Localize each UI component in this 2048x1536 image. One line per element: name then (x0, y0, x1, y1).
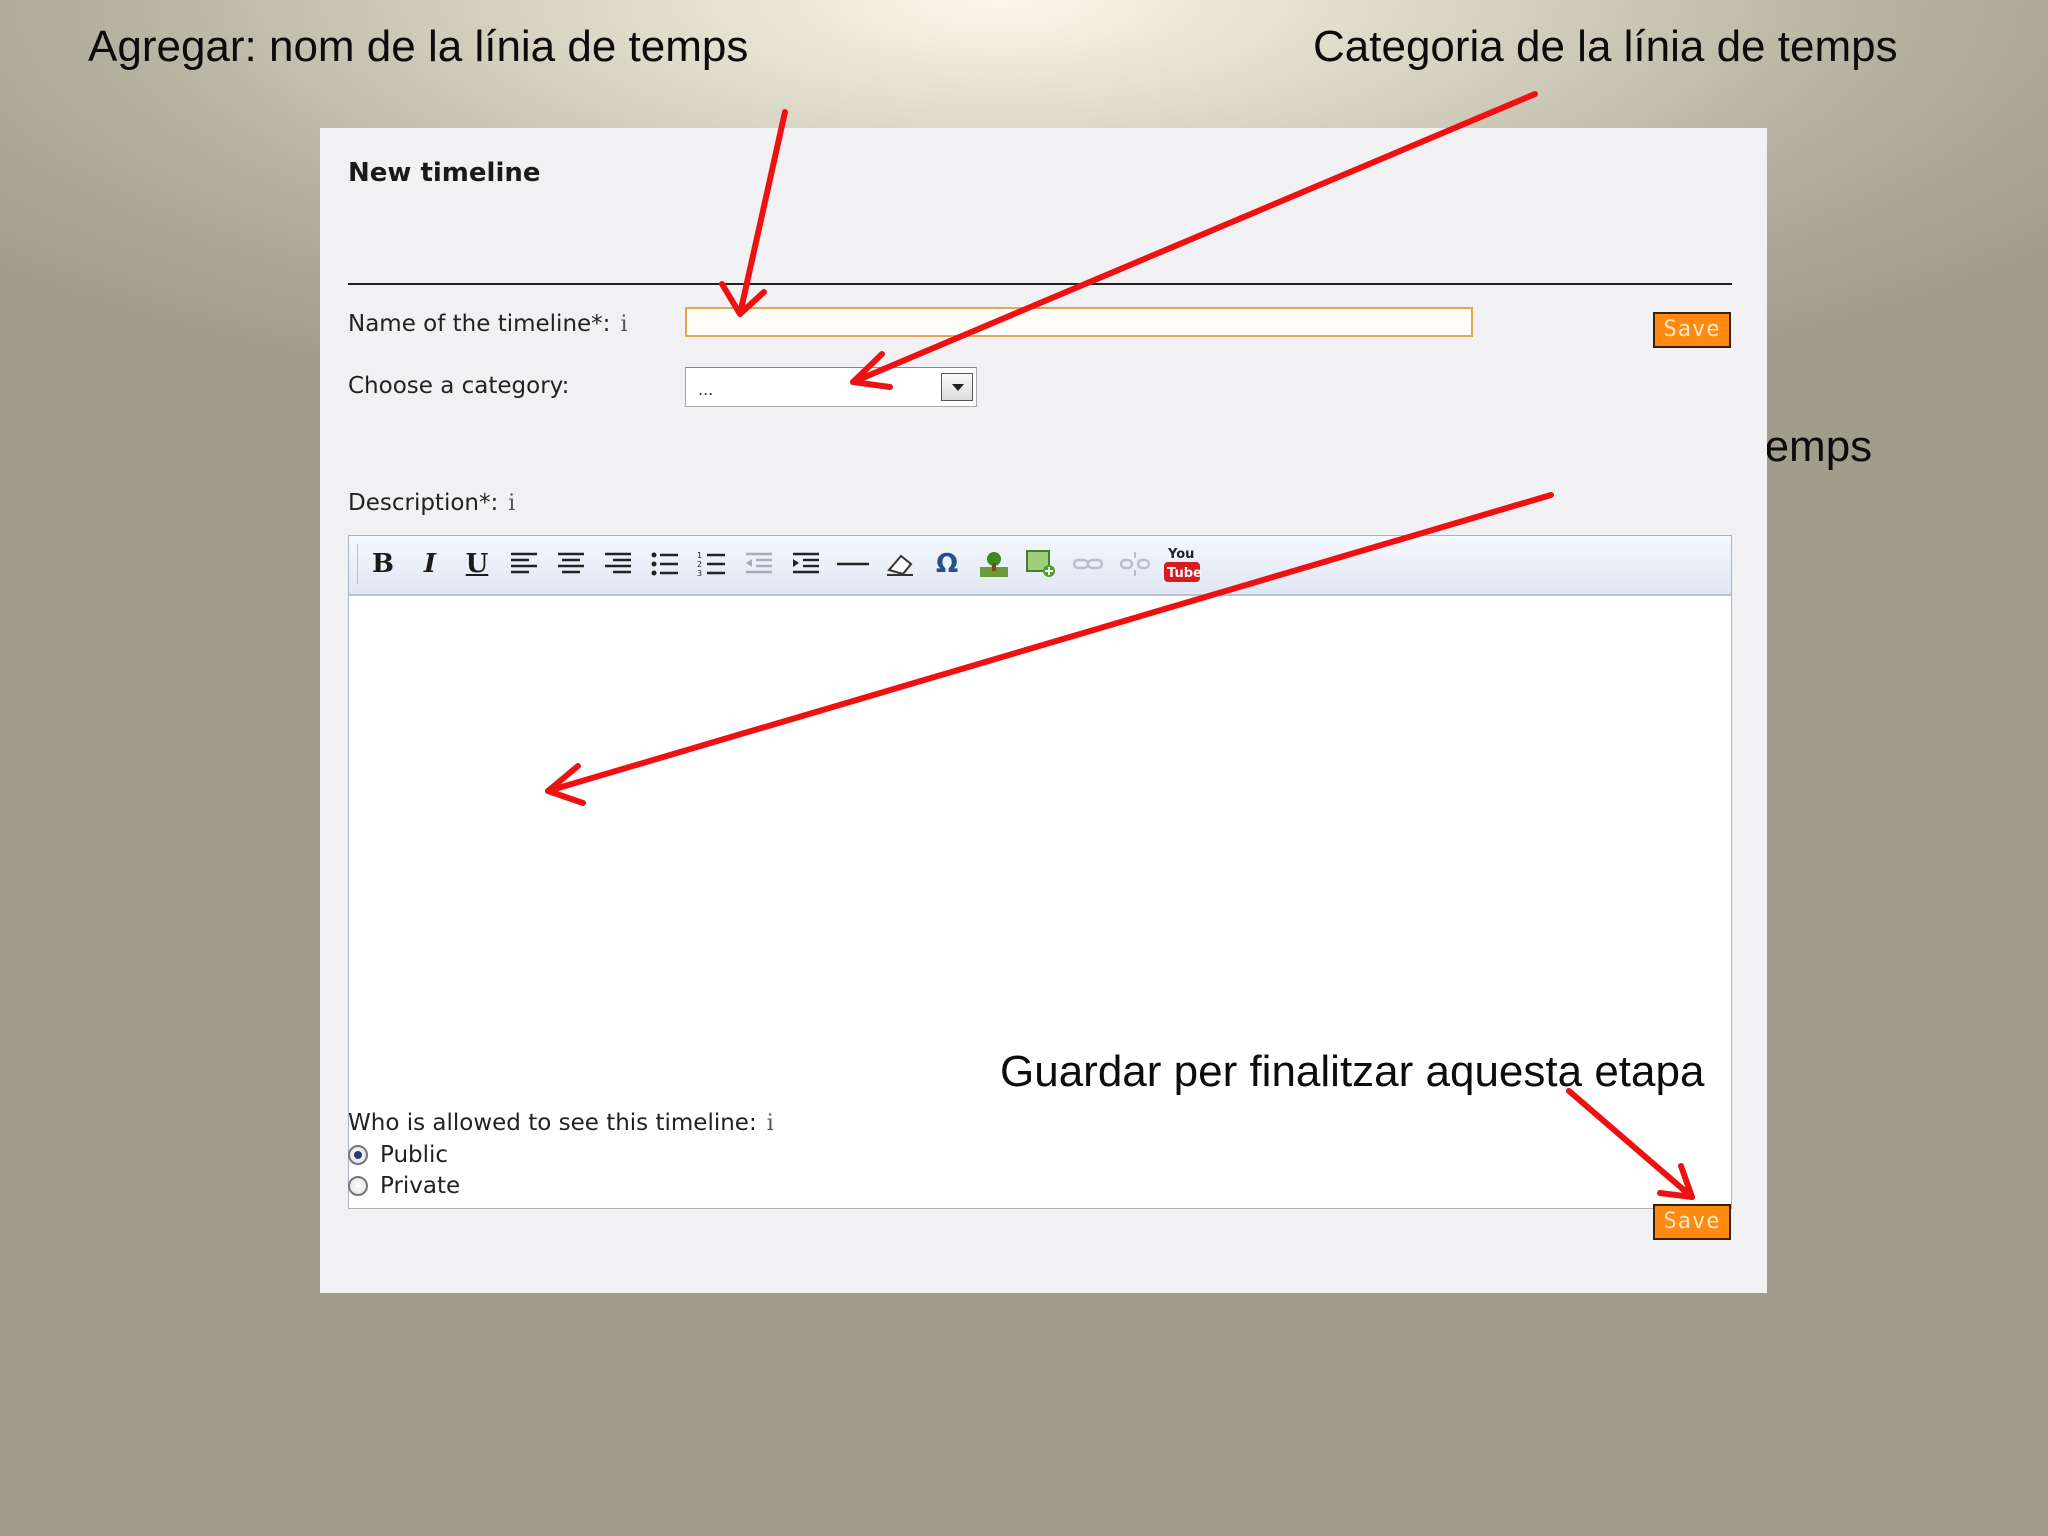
indent-button[interactable] (784, 544, 828, 584)
private-radio-label: Private (380, 1173, 461, 1199)
eraser-button[interactable] (878, 544, 922, 584)
category-selected-value: ... (698, 380, 714, 399)
numbered-list-icon: 123 (697, 551, 725, 577)
link-button[interactable] (1066, 544, 1110, 584)
svg-text:You: You (1167, 547, 1194, 562)
image-button[interactable] (972, 544, 1016, 584)
svg-text:2: 2 (697, 560, 702, 569)
underline-button[interactable]: U (455, 544, 499, 584)
bullet-list-icon (651, 552, 678, 576)
svg-text:3: 3 (697, 569, 702, 577)
toolbar-separator (357, 544, 358, 584)
bold-button[interactable]: B (361, 544, 405, 584)
visibility-label-text: Who is allowed to see this timeline: (348, 1110, 757, 1136)
insert-image-icon (1026, 550, 1055, 577)
caption-save: Guardar per finalitzar aquesta etapa (1000, 1047, 1705, 1096)
unlink-icon (1119, 552, 1151, 576)
eraser-icon (887, 554, 913, 576)
bullet-list-button[interactable] (643, 544, 687, 584)
outdent-button[interactable] (737, 544, 781, 584)
timeline-name-input[interactable] (685, 307, 1473, 337)
align-right-icon (605, 552, 631, 574)
title-divider (348, 283, 1732, 285)
visibility-label: Who is allowed to see this timeline: i (348, 1110, 774, 1136)
special-char-button[interactable]: Ω (925, 544, 969, 584)
new-timeline-panel: New timeline Name of the timeline*: i Sav… (320, 128, 1767, 1293)
align-left-button[interactable] (502, 544, 546, 584)
category-label: Choose a category: (348, 373, 570, 399)
align-center-button[interactable] (549, 544, 593, 584)
link-icon (1072, 558, 1104, 570)
save-button-top[interactable]: Save (1653, 312, 1731, 348)
description-label: Description*: i (348, 490, 515, 516)
insert-image-button[interactable] (1019, 544, 1063, 584)
public-radio-label: Public (380, 1142, 449, 1168)
align-center-icon (558, 552, 584, 574)
image-icon (980, 552, 1008, 577)
public-radio[interactable] (348, 1145, 368, 1165)
category-select[interactable]: ... (685, 367, 977, 407)
info-icon[interactable]: i (508, 491, 515, 516)
info-icon[interactable]: i (620, 312, 627, 337)
page-title: New timeline (348, 158, 541, 188)
horizontal-rule-icon (837, 562, 869, 566)
caption-category: Categoria de la línia de temps (1313, 22, 1898, 71)
caption-name: Agregar: nom de la línia de temps (88, 22, 749, 71)
save-button-bottom[interactable]: Save (1653, 1204, 1731, 1240)
editor-toolbar: B I U 123 Ω You Tube (349, 536, 1731, 596)
visibility-private-option[interactable]: Private (348, 1173, 460, 1199)
indent-icon (793, 552, 819, 574)
info-icon[interactable]: i (767, 1111, 774, 1136)
youtube-button[interactable]: You Tube (1160, 544, 1204, 584)
numbered-list-button[interactable]: 123 (690, 544, 734, 584)
youtube-icon: You Tube (1164, 547, 1202, 582)
name-label: Name of the timeline*: i (348, 311, 627, 337)
svg-text:1: 1 (697, 551, 702, 560)
align-right-button[interactable] (596, 544, 640, 584)
description-editor: B I U 123 Ω You Tube (348, 535, 1732, 1209)
svg-text:Tube: Tube (1167, 566, 1202, 581)
name-label-text: Name of the timeline*: (348, 311, 611, 337)
description-label-text: Description*: (348, 490, 499, 516)
align-left-icon (511, 552, 537, 574)
horizontal-rule-button[interactable] (831, 544, 875, 584)
private-radio[interactable] (348, 1176, 368, 1196)
unlink-button[interactable] (1113, 544, 1157, 584)
chevron-down-icon[interactable] (941, 373, 973, 401)
outdent-icon (746, 552, 772, 574)
visibility-public-option[interactable]: Public (348, 1142, 448, 1168)
italic-button[interactable]: I (408, 544, 452, 584)
